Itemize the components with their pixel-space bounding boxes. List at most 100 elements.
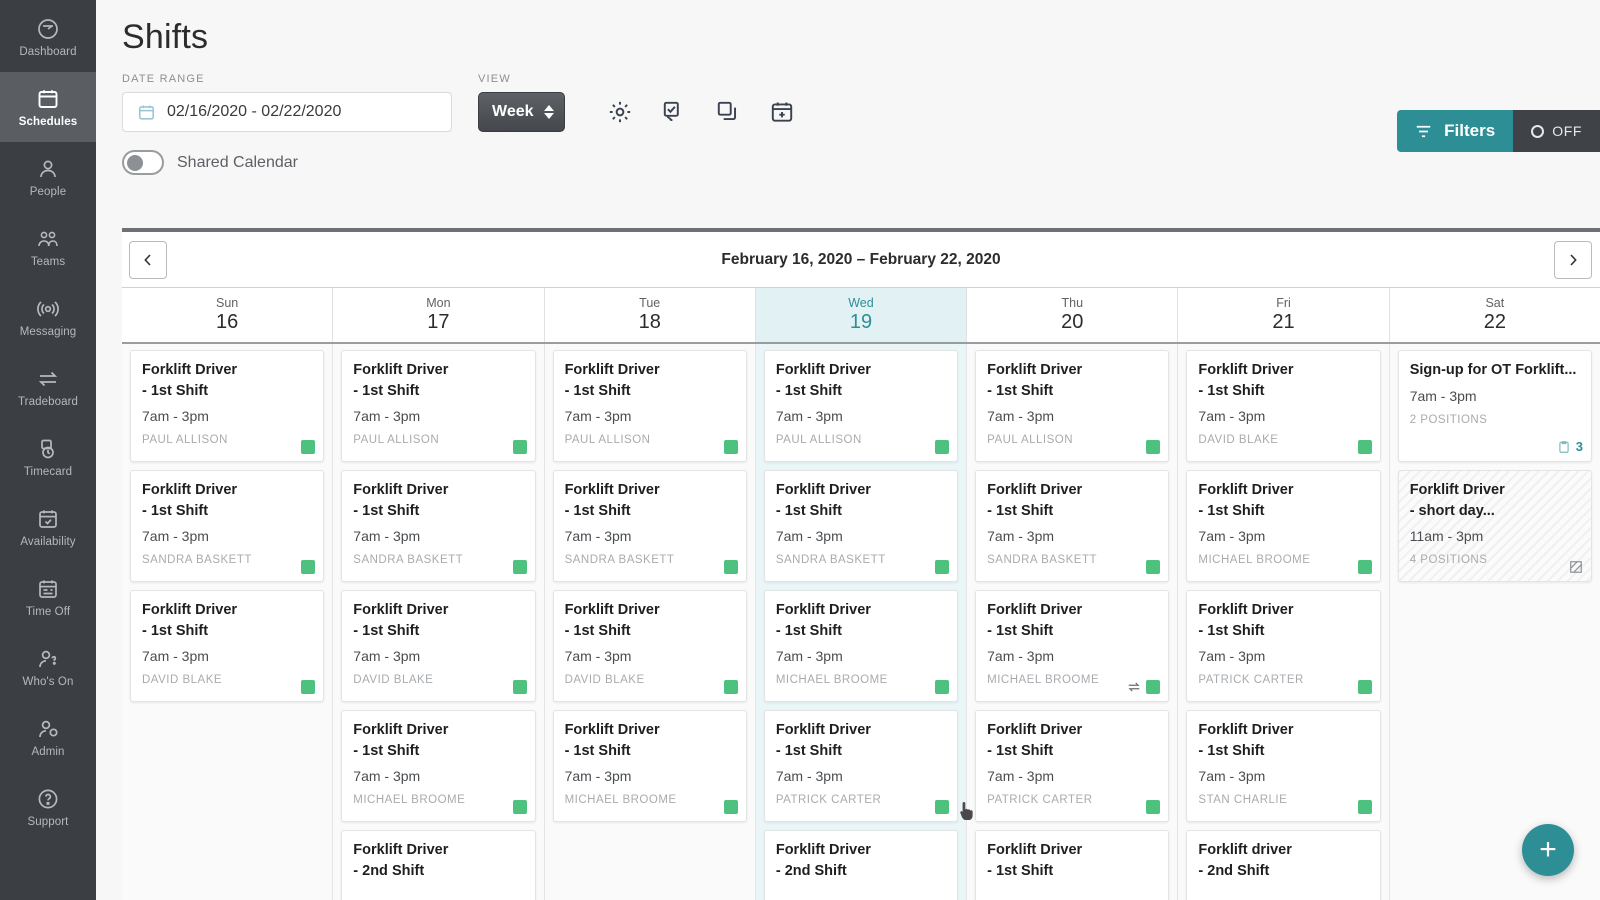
gear-icon[interactable]: [607, 99, 633, 125]
shift-card[interactable]: Forklift Driver- 1st Shift7am - 3pmMICHA…: [975, 590, 1169, 702]
add-shift-button[interactable]: +: [1522, 824, 1574, 876]
sidebar-label: Messaging: [20, 326, 77, 338]
shift-footer: [513, 560, 527, 574]
shift-time: 7am - 3pm: [1198, 648, 1368, 664]
shift-card[interactable]: Forklift Driver- 1st Shift7am - 3pmPATRI…: [1186, 590, 1380, 702]
question-circle-icon: [36, 787, 60, 811]
next-week-button[interactable]: [1554, 241, 1592, 279]
day-of-week-label: Wed: [848, 296, 873, 310]
sidebar-item-messaging[interactable]: Messaging: [0, 282, 96, 352]
shift-card[interactable]: Forklift Driver- 1st Shift7am - 3pmDAVID…: [553, 590, 747, 702]
sidebar-label: Admin: [31, 746, 64, 758]
sidebar-label: Who's On: [23, 676, 74, 688]
shift-title: Forklift Driver- 1st Shift: [776, 720, 946, 761]
shift-time: 7am - 3pm: [776, 528, 946, 544]
previous-week-button[interactable]: [129, 241, 167, 279]
day-header-mon[interactable]: Mon17: [333, 288, 544, 342]
shift-card[interactable]: Forklift Driver- 1st Shift7am - 3pmMICHA…: [553, 710, 747, 822]
shift-card[interactable]: Forklift Driver- 1st Shift7am - 3pmPAUL …: [553, 350, 747, 462]
day-column-wed[interactable]: Forklift Driver- 1st Shift7am - 3pmPAUL …: [756, 344, 967, 900]
calendar-plus-icon[interactable]: [769, 99, 795, 125]
shift-time: 7am - 3pm: [987, 408, 1157, 424]
day-header-wed[interactable]: Wed19: [756, 288, 967, 342]
sidebar-item-support[interactable]: Support: [0, 772, 96, 842]
shift-color-swatch: [1146, 800, 1160, 814]
shift-card[interactable]: Forklift Driver- 1st Shift7am - 3pmSANDR…: [975, 470, 1169, 582]
shift-title: Forklift Driver- 1st Shift: [987, 720, 1157, 761]
shift-card[interactable]: Forklift Driver- 2nd Shift: [764, 830, 958, 900]
view-select[interactable]: Week: [478, 92, 565, 132]
shift-card[interactable]: Forklift Driver- 1st Shift7am - 3pmMICHA…: [341, 710, 535, 822]
shift-time: 7am - 3pm: [142, 528, 312, 544]
day-header-tue[interactable]: Tue18: [545, 288, 756, 342]
day-of-week-label: Fri: [1276, 296, 1291, 310]
shift-card[interactable]: Forklift driver- 2nd Shift: [1186, 830, 1380, 900]
shift-card[interactable]: Forklift Driver- 1st Shift: [975, 830, 1169, 900]
day-header-fri[interactable]: Fri21: [1178, 288, 1389, 342]
shift-card[interactable]: Forklift Driver- 1st Shift7am - 3pmDAVID…: [130, 590, 324, 702]
shift-card[interactable]: Forklift Driver- 1st Shift7am - 3pmMICHA…: [764, 590, 958, 702]
shift-footer: [935, 560, 949, 574]
shift-card[interactable]: Forklift Driver- 1st Shift7am - 3pmPATRI…: [764, 710, 958, 822]
shift-assignee: SANDRA BASKETT: [776, 554, 946, 566]
controls-row: DATE RANGE 02/16/2020 - 02/22/2020 VIEW …: [122, 73, 1574, 132]
day-header-thu[interactable]: Thu20: [967, 288, 1178, 342]
shift-card[interactable]: Forklift Driver- 1st Shift7am - 3pmSANDR…: [764, 470, 958, 582]
sidebar-item-teams[interactable]: Teams: [0, 212, 96, 282]
day-column-mon[interactable]: Forklift Driver- 1st Shift7am - 3pmPAUL …: [333, 344, 544, 900]
shift-assignee: STAN CHARLIE: [1198, 794, 1368, 806]
filters-toggle-off[interactable]: OFF: [1513, 110, 1600, 152]
day-of-week-label: Sat: [1485, 296, 1504, 310]
shift-card[interactable]: Forklift Driver- 1st Shift7am - 3pmSANDR…: [553, 470, 747, 582]
shift-card[interactable]: Forklift Driver- 1st Shift7am - 3pmPATRI…: [975, 710, 1169, 822]
sidebar-item-whos-on[interactable]: Who's On: [0, 632, 96, 702]
day-column-fri[interactable]: Forklift Driver- 1st Shift7am - 3pmDAVID…: [1178, 344, 1389, 900]
shared-calendar-toggle[interactable]: [122, 150, 164, 175]
shift-card[interactable]: Forklift Driver- 1st Shift7am - 3pmDAVID…: [341, 590, 535, 702]
shift-color-swatch: [1358, 560, 1372, 574]
shift-footer: [513, 680, 527, 694]
day-number-label: 17: [427, 311, 449, 334]
sidebar-item-availability[interactable]: Availability: [0, 492, 96, 562]
calendar-lines-icon: [36, 577, 60, 601]
day-column-sun[interactable]: Forklift Driver- 1st Shift7am - 3pmPAUL …: [122, 344, 333, 900]
shift-footer: [1358, 680, 1372, 694]
shift-card[interactable]: Forklift Driver- 1st Shift7am - 3pmMICHA…: [1186, 470, 1380, 582]
sidebar-item-schedules[interactable]: Schedules: [0, 72, 96, 142]
shift-card[interactable]: Forklift Driver- 1st Shift7am - 3pmPAUL …: [975, 350, 1169, 462]
toggle-knob: [127, 155, 143, 171]
shift-card[interactable]: Sign-up for OT Forklift...7am - 3pm2 POS…: [1398, 350, 1592, 462]
page-title: Shifts: [122, 18, 1574, 57]
sidebar-item-time-off[interactable]: Time Off: [0, 562, 96, 632]
shift-color-swatch: [724, 440, 738, 454]
sidebar-item-people[interactable]: People: [0, 142, 96, 212]
sidebar-item-timecard[interactable]: Timecard: [0, 422, 96, 492]
sidebar-item-admin[interactable]: Admin: [0, 702, 96, 772]
day-column-sat[interactable]: Sign-up for OT Forklift...7am - 3pm2 POS…: [1390, 344, 1600, 900]
shift-card[interactable]: Forklift Driver- 1st Shift7am - 3pmSANDR…: [341, 470, 535, 582]
checked-stack-icon[interactable]: [661, 99, 687, 125]
day-header-sat[interactable]: Sat22: [1390, 288, 1600, 342]
shift-assignee: SANDRA BASKETT: [565, 554, 735, 566]
day-column-thu[interactable]: Forklift Driver- 1st Shift7am - 3pmPAUL …: [967, 344, 1178, 900]
shift-assignee: PATRICK CARTER: [1198, 674, 1368, 686]
day-header-sun[interactable]: Sun16: [122, 288, 333, 342]
shift-card[interactable]: Forklift Driver- 1st Shift7am - 3pmSTAN …: [1186, 710, 1380, 822]
copy-icon[interactable]: [715, 99, 741, 125]
shift-color-swatch: [724, 560, 738, 574]
shift-card[interactable]: Forklift Driver- 1st Shift7am - 3pmPAUL …: [341, 350, 535, 462]
shift-card[interactable]: Forklift Driver- 1st Shift7am - 3pmDAVID…: [1186, 350, 1380, 462]
day-column-tue[interactable]: Forklift Driver- 1st Shift7am - 3pmPAUL …: [545, 344, 756, 900]
sidebar-item-tradeboard[interactable]: Tradeboard: [0, 352, 96, 422]
sidebar-item-dashboard[interactable]: Dashboard: [0, 2, 96, 72]
shift-assignee: SANDRA BASKETT: [353, 554, 523, 566]
calendar-icon: [36, 87, 60, 111]
date-range-input[interactable]: 02/16/2020 - 02/22/2020: [122, 92, 452, 132]
shift-card[interactable]: Forklift Driver- 1st Shift7am - 3pmSANDR…: [130, 470, 324, 582]
shift-card[interactable]: Forklift Driver- 1st Shift7am - 3pmPAUL …: [130, 350, 324, 462]
shift-card[interactable]: Forklift Driver- 2nd Shift: [341, 830, 535, 900]
filters-button[interactable]: Filters: [1397, 110, 1513, 152]
shift-footer: [301, 440, 315, 454]
shift-card[interactable]: Forklift Driver- short day...11am - 3pm4…: [1398, 470, 1592, 582]
shift-card[interactable]: Forklift Driver- 1st Shift7am - 3pmPAUL …: [764, 350, 958, 462]
